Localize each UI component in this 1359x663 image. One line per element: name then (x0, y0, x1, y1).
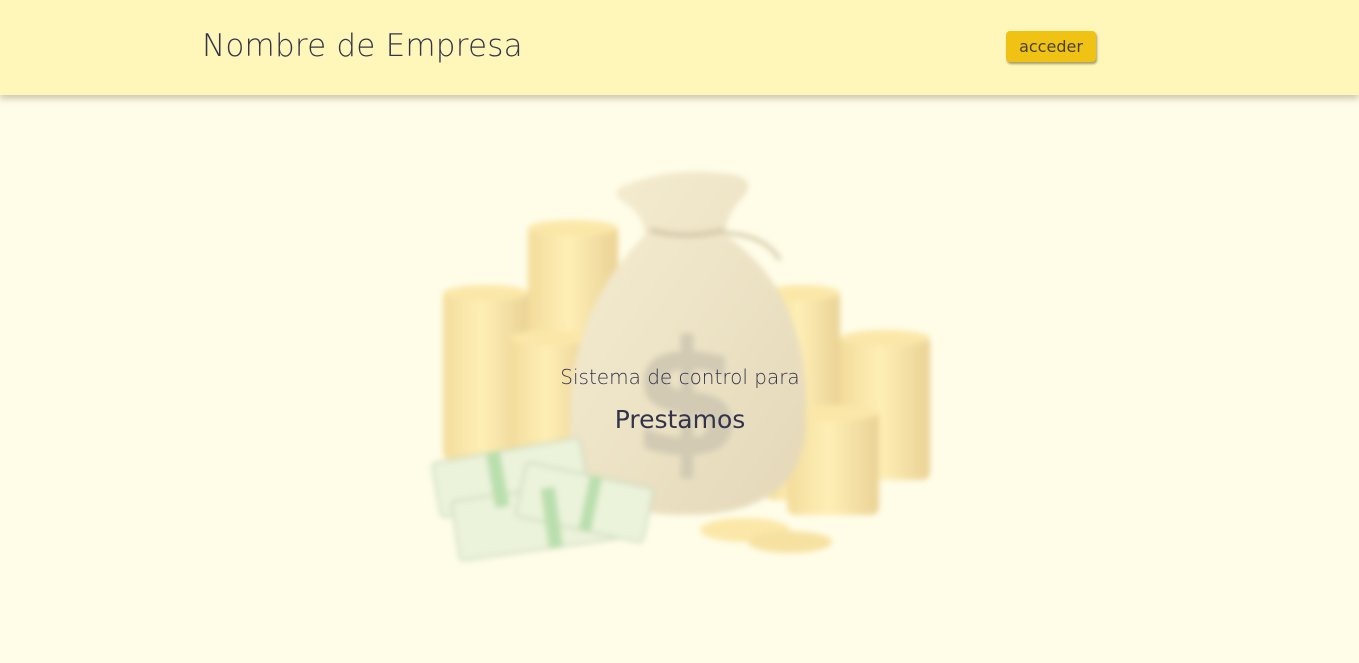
top-header: Nombre de Empresa acceder (0, 0, 1359, 95)
login-button[interactable]: acceder (1006, 31, 1096, 62)
hero-title: Prestamos (614, 405, 746, 434)
money-bag-coins-illustration: $ (431, 171, 930, 562)
hero-subtitle: Sistema de control para (560, 365, 800, 389)
svg-text:$: $ (631, 306, 742, 493)
company-name: Nombre de Empresa (202, 28, 523, 64)
